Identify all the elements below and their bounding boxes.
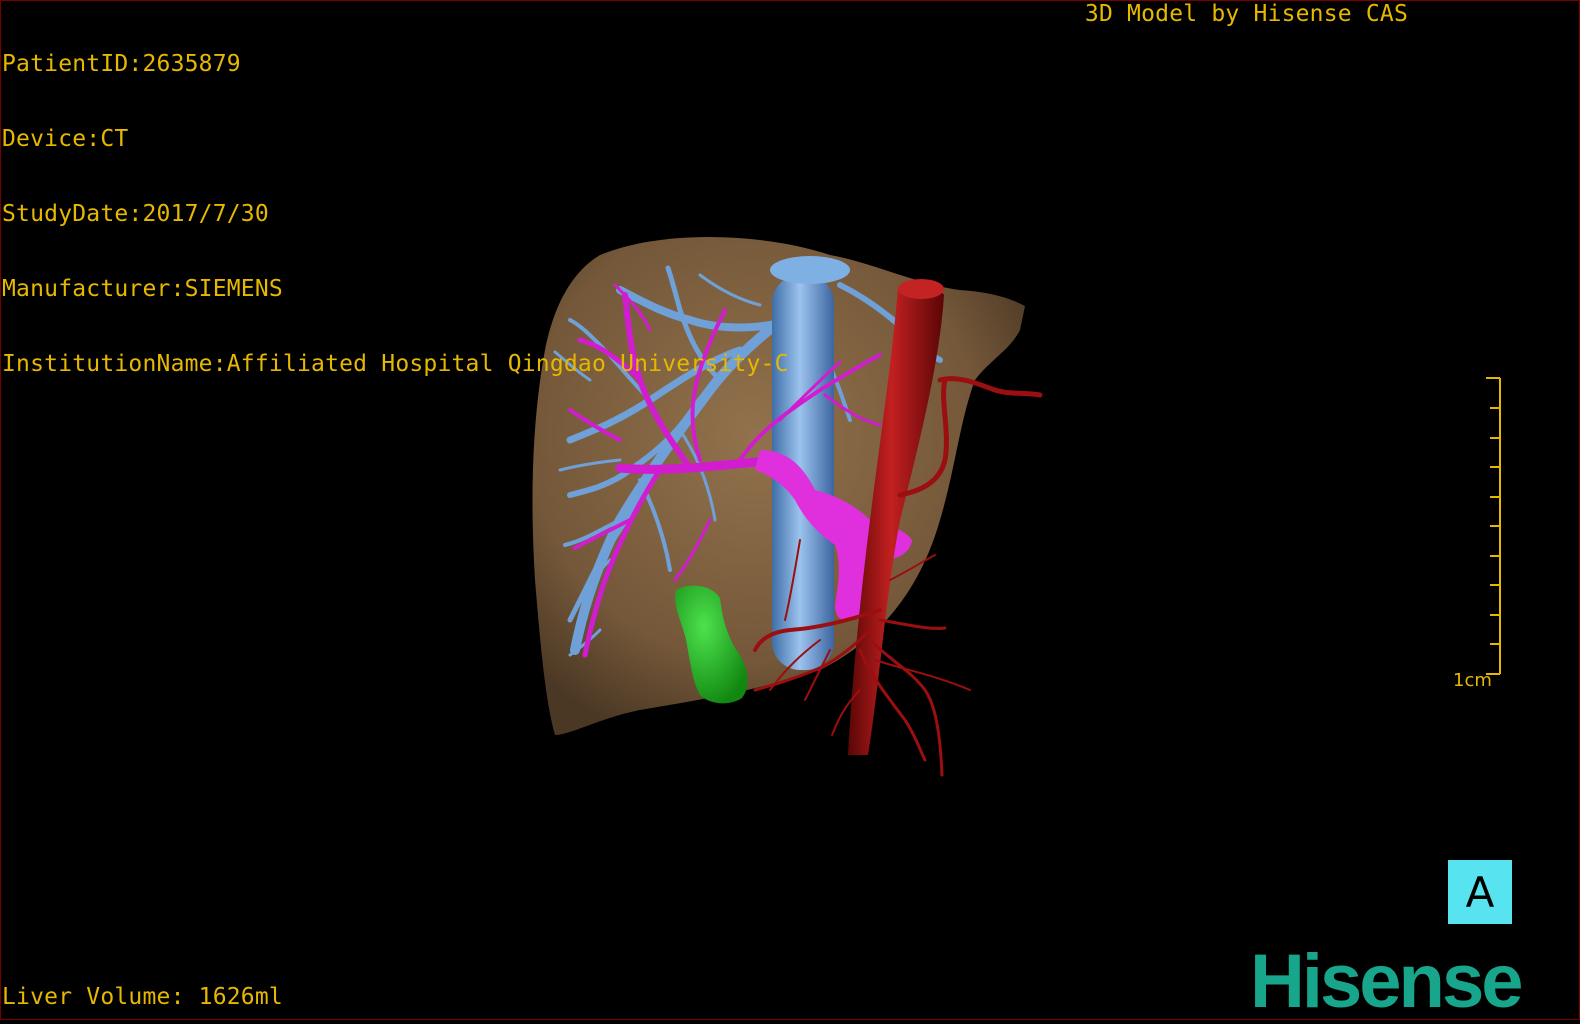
device: Device:CT: [2, 126, 129, 152]
study-date: StudyDate:2017/7/30: [2, 201, 269, 227]
aorta-top: [898, 279, 944, 299]
model-credit: 3D Model by Hisense CAS: [1084, 1, 1408, 27]
dicom-info-panel: PatientID:2635879 Device:CT StudyDate:20…: [2, 2, 789, 402]
hisense-logo: Hisense: [1250, 939, 1523, 1024]
scale-bar-label: 1cm: [1453, 670, 1492, 691]
patient-id: PatientID:2635879: [2, 51, 241, 77]
liver-volume: Liver Volume: 1626ml: [2, 984, 283, 1010]
orientation-indicator[interactable]: A: [1448, 860, 1512, 924]
manufacturer: Manufacturer:SIEMENS: [2, 276, 283, 302]
scale-bar: [1486, 377, 1501, 675]
institution-name: InstitutionName:Affiliated Hospital Qing…: [2, 351, 789, 377]
